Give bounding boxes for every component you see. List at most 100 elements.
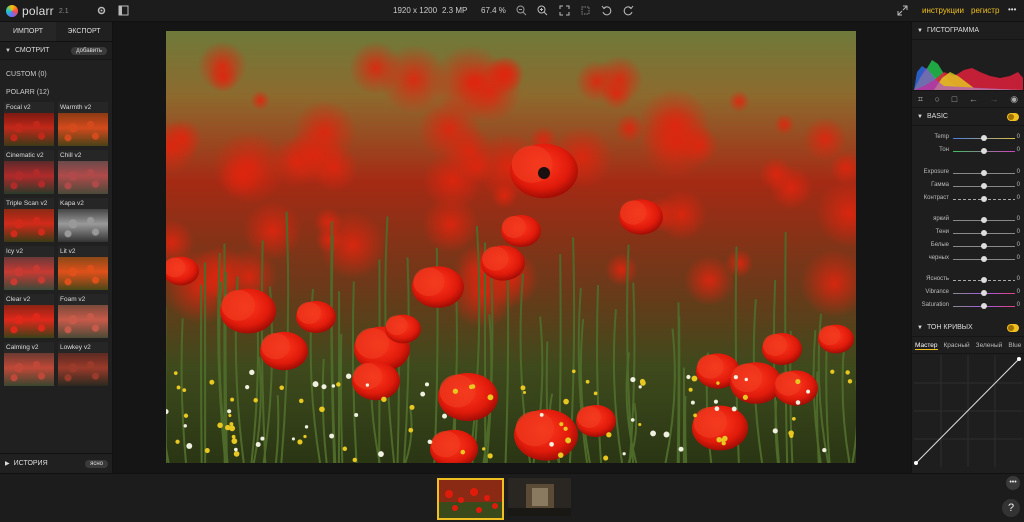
fullscreen-icon[interactable]	[897, 5, 908, 16]
tab-import[interactable]: ИМПОРТ	[0, 22, 56, 41]
slider-row: Exposure 0	[912, 167, 1024, 180]
filter-thumb[interactable]: Foam v2	[58, 294, 108, 338]
slider-knob[interactable]	[981, 255, 987, 262]
slider-row: Тени 0	[912, 227, 1024, 240]
filter-thumb[interactable]: Warmth v2	[58, 102, 108, 146]
instructions-link[interactable]: инструкции	[922, 6, 964, 15]
slider-value: 0	[1016, 216, 1020, 223]
curve-tab[interactable]: Blue	[1008, 342, 1021, 349]
filter-thumb[interactable]: Clear v2	[4, 294, 54, 338]
clear-history-button[interactable]: ясно	[85, 459, 108, 468]
more-menu-icon[interactable]: •••	[1008, 5, 1016, 14]
slider-knob[interactable]	[981, 195, 987, 202]
filter-thumb[interactable]: Icy v2	[4, 246, 54, 290]
slider-knob[interactable]	[981, 217, 987, 224]
curves-toggle[interactable]	[1007, 323, 1019, 332]
curve-tab[interactable]: Мастер	[915, 342, 938, 350]
slider-knob[interactable]	[981, 147, 987, 154]
back-arrow-icon[interactable]: ←	[969, 94, 978, 104]
filmstrip-thumb-interior[interactable]	[508, 478, 575, 520]
slider-row: Белые 0	[912, 240, 1024, 253]
slider-value: 0	[1016, 169, 1020, 176]
slider-label: Белые	[930, 241, 949, 248]
curve-tab[interactable]: Зеленый	[976, 342, 1003, 349]
filter-preview-image	[58, 161, 108, 194]
histogram-header[interactable]: ▼ ГИСТОГРАММА	[912, 22, 1024, 40]
app-version: 2.1	[58, 7, 69, 15]
slider-value: 0	[1016, 301, 1020, 308]
slider-row: Temp 0	[912, 132, 1024, 145]
add-filter-button[interactable]: добавить	[71, 46, 107, 55]
zoom-level: 67.4 %	[481, 6, 506, 15]
tab-export[interactable]: ЭКСПОРТ	[56, 22, 112, 41]
filter-thumb[interactable]: Calming v2	[4, 342, 54, 386]
filter-thumb[interactable]: Triple Scan v2	[4, 198, 54, 242]
tool-icons-row: ⌗ ○ □ ← → ◉	[912, 90, 1024, 108]
filter-thumb[interactable]: Chill v2	[58, 150, 108, 194]
canvas-area	[113, 22, 911, 473]
collapse-triangle-icon: ▼	[917, 113, 923, 120]
toggle-panel-icon[interactable]	[118, 5, 129, 16]
filter-thumb[interactable]: Lit v2	[58, 246, 108, 290]
app-logo[interactable]: polarr 2.1	[6, 4, 69, 18]
slider-label: Гамма	[931, 182, 949, 189]
slider-label: Контраст	[923, 194, 949, 201]
history-title: ИСТОРИЯ	[13, 460, 48, 467]
filter-thumb[interactable]: Focal v2	[4, 102, 54, 146]
register-link[interactable]: регистр	[971, 6, 999, 15]
photo-canvas[interactable]	[166, 31, 856, 463]
slider-knob[interactable]	[981, 135, 987, 141]
filters-section-header[interactable]: ▼ СМОТРИТ добавить	[0, 42, 112, 60]
slider-label: Тени	[935, 229, 949, 236]
custom-group-label[interactable]: CUSTOM (0)	[0, 66, 112, 84]
polarr-logo-icon	[6, 5, 18, 17]
redo-icon[interactable]	[623, 5, 634, 16]
slider-label: Temp	[934, 134, 949, 140]
slider-label: Exposure	[923, 169, 949, 176]
filmstrip-thumb-poppies[interactable]	[437, 478, 504, 520]
settings-icon[interactable]	[96, 5, 107, 16]
undo-icon[interactable]	[601, 5, 612, 16]
fit-screen-icon[interactable]	[559, 5, 570, 16]
history-section-header[interactable]: ▶ ИСТОРИЯ ясно	[0, 453, 113, 473]
filter-preview-image	[58, 305, 108, 338]
eye-icon[interactable]: ◉	[1010, 94, 1018, 105]
actual-size-icon[interactable]	[580, 5, 591, 16]
slider-knob[interactable]	[981, 183, 987, 190]
filter-name: Focal v2	[4, 102, 54, 113]
basic-toggle[interactable]	[1007, 112, 1019, 121]
filter-name: Foam v2	[58, 294, 108, 305]
slider-knob[interactable]	[981, 230, 987, 237]
slider-row: Saturation 0	[912, 300, 1024, 313]
basic-sliders: Temp 0 Тон 0 Exposure 0 Гамма 0 Контраст 0 яркий 0 Т…	[912, 126, 1024, 312]
filter-preview-image	[4, 257, 54, 290]
slider-knob[interactable]	[981, 289, 987, 296]
filter-thumb[interactable]: Lowkey v2	[58, 342, 108, 386]
curve-tab[interactable]: Красный	[944, 342, 970, 349]
slider-knob[interactable]	[981, 242, 987, 249]
filter-thumb[interactable]: Cinematic v2	[4, 150, 54, 194]
crop-icon[interactable]: ⌗	[918, 94, 923, 105]
zoom-out-icon[interactable]	[516, 5, 527, 16]
slider-knob[interactable]	[981, 277, 987, 284]
slider-knob[interactable]	[981, 302, 987, 309]
tone-curve-editor[interactable]	[914, 355, 1023, 467]
zoom-in-icon[interactable]	[537, 5, 548, 16]
filter-preview-image	[58, 353, 108, 386]
filter-thumb[interactable]: Kapa v2	[58, 198, 108, 242]
help-button[interactable]: ?	[1002, 499, 1020, 517]
collapse-triangle-icon: ▼	[5, 47, 11, 54]
radial-mask-icon[interactable]: ○	[935, 94, 940, 104]
curves-header[interactable]: ▼ ТОН КРИВЫХ	[912, 319, 1024, 337]
slider-row: яркий 0	[912, 214, 1024, 227]
rect-mask-icon[interactable]: □	[952, 94, 957, 104]
basic-header[interactable]: ▼ BASIC	[912, 108, 1024, 126]
slider-value: 0	[1016, 229, 1020, 236]
slider-knob[interactable]	[981, 170, 987, 177]
histogram-title: ГИСТОГРАММА	[926, 27, 979, 34]
more-options-button[interactable]: •••	[1006, 476, 1020, 490]
import-export-tabs: ИМПОРТ ЭКСПОРТ	[0, 22, 112, 42]
slider-row: Тон 0	[912, 145, 1024, 158]
polarr-group-label[interactable]: POLARR (12)	[0, 84, 112, 102]
forward-arrow-icon[interactable]: →	[990, 94, 999, 104]
